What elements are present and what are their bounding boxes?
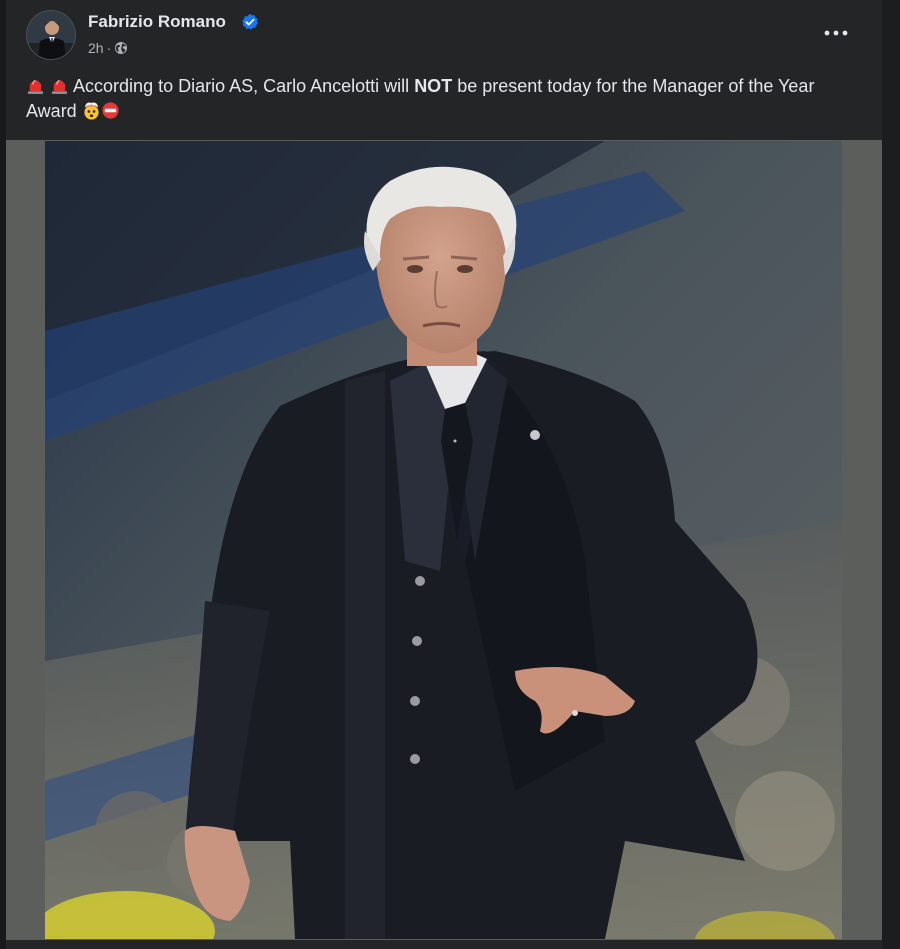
manager-photo [45,141,842,939]
post-text-bold: NOT [414,76,453,96]
meta-separator: · [106,40,112,56]
post-text-part-1: According to Diario AS, Carlo Ancelotti … [73,76,415,96]
no-entry-emoji [102,102,119,119]
author-name[interactable]: Fabrizio Romano [88,12,226,32]
post-message: According to Diario AS, Carlo Ancelotti … [26,74,856,124]
exploding-head-emoji [84,102,99,120]
verified-badge-icon [242,13,258,30]
post-bottom-edge [6,940,882,949]
more-options-button[interactable] [816,18,856,48]
siren-emoji [27,80,44,95]
globe-icon[interactable] [114,41,128,55]
facebook-post-card: Fabrizio Romano 2h · According to Diario… [6,0,882,949]
post-timestamp[interactable]: 2h [88,40,104,56]
avatar-photo [27,11,75,59]
post-meta: 2h · [88,40,128,56]
post-photo[interactable] [45,141,842,939]
page-right-edge [882,0,900,949]
post-header: Fabrizio Romano 2h · [6,0,882,66]
more-dots-icon [824,30,848,36]
siren-emoji [51,80,68,95]
author-avatar[interactable] [26,10,76,60]
